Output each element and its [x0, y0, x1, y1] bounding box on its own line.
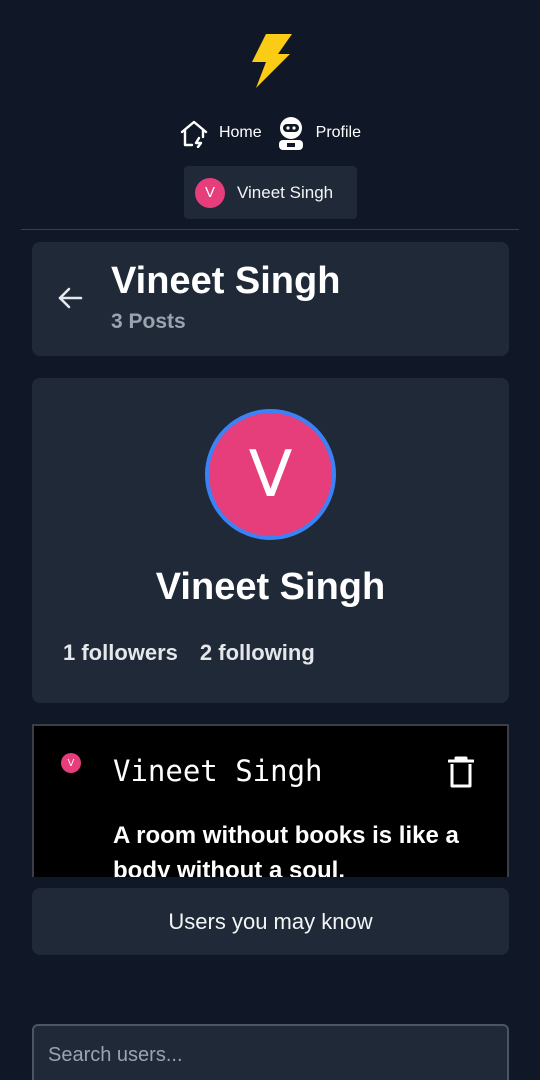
- nav-profile-link[interactable]: Profile: [276, 116, 361, 150]
- post-author-name: Vineet Singh: [113, 754, 323, 788]
- current-user-chip[interactable]: V Vineet Singh: [184, 166, 357, 219]
- post-card: V Vineet Singh A room without books is l…: [32, 724, 509, 877]
- profile-header: Vineet Singh 3 Posts: [32, 242, 509, 356]
- lightning-bolt-logo-icon[interactable]: [248, 34, 294, 88]
- astronaut-icon: [278, 117, 303, 150]
- profile-avatar: V: [205, 409, 336, 540]
- nav-home-link[interactable]: Home: [179, 118, 262, 148]
- nav-home-label: Home: [218, 124, 262, 141]
- home-icon: [180, 120, 208, 148]
- profile-name: Vineet Singh: [155, 566, 386, 608]
- post-author-avatar: V: [61, 753, 81, 773]
- arrow-left-icon[interactable]: [56, 284, 84, 312]
- followers-count[interactable]: 1 followers: [63, 640, 178, 666]
- profile-card: V Vineet Singh 1 followers 2 following: [32, 378, 509, 703]
- following-count[interactable]: 2 following: [200, 640, 315, 666]
- current-user-avatar: V: [195, 177, 225, 208]
- users-you-may-know: Users you may know: [32, 888, 509, 955]
- suggestions-title: Users you may know: [168, 908, 373, 934]
- current-user-name: Vineet Singh: [237, 182, 334, 202]
- header-divider: [21, 229, 519, 230]
- search-users-input[interactable]: [32, 1024, 509, 1080]
- post-count: 3 Posts: [111, 310, 186, 333]
- top-nav: Home Profile: [0, 116, 540, 150]
- page-title: Vineet Singh: [111, 260, 341, 302]
- post-text: A room without books is like a body with…: [113, 822, 459, 877]
- trash-icon[interactable]: [448, 756, 474, 788]
- follow-stats: 1 followers 2 following: [63, 640, 315, 666]
- nav-profile-label: Profile: [315, 124, 362, 141]
